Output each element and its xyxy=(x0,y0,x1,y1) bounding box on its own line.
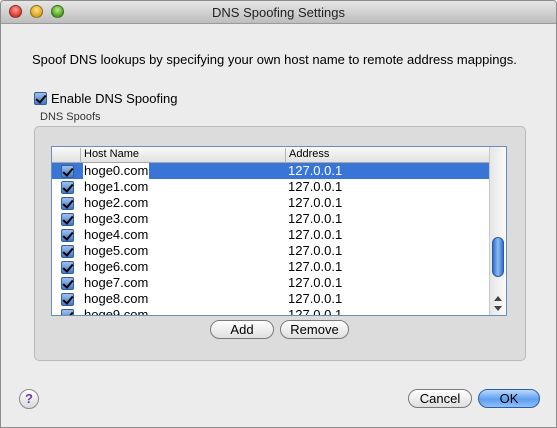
row-enabled-checkbox[interactable] xyxy=(61,309,74,315)
row-enabled-checkbox[interactable] xyxy=(61,213,74,226)
address-cell[interactable]: 127.0.0.1 xyxy=(288,227,342,243)
table-row[interactable]: hoge5.com 127.0.0.1 xyxy=(52,243,490,259)
row-enabled-checkbox[interactable] xyxy=(61,229,74,242)
scrollbar-thumb[interactable] xyxy=(492,237,504,277)
host-name-cell[interactable]: hoge2.com xyxy=(84,195,148,211)
address-cell[interactable]: 127.0.0.1 xyxy=(288,179,342,195)
row-enabled-checkbox[interactable] xyxy=(61,165,74,178)
table-row[interactable]: hoge9.com 127.0.0.1 xyxy=(52,307,490,315)
column-header-host-name[interactable]: Host Name xyxy=(81,148,286,163)
dns-spoofs-table[interactable]: Host Name Address hoge0.com 127.0.0.1 ho… xyxy=(51,146,507,316)
add-button[interactable]: Add xyxy=(210,320,274,339)
checkbox-checked-icon[interactable] xyxy=(34,92,47,105)
table-row[interactable]: hoge7.com 127.0.0.1 xyxy=(52,275,490,291)
scroll-down-arrow-icon[interactable] xyxy=(494,306,502,311)
row-enabled-checkbox[interactable] xyxy=(61,181,74,194)
table-vertical-scrollbar[interactable] xyxy=(489,147,506,315)
help-button[interactable]: ? xyxy=(19,389,39,409)
table-row[interactable]: hoge2.com 127.0.0.1 xyxy=(52,195,490,211)
table-rows: hoge0.com 127.0.0.1 hoge1.com 127.0.0.1 … xyxy=(52,163,490,315)
address-cell[interactable]: 127.0.0.1 xyxy=(288,259,342,275)
address-cell[interactable]: 127.0.0.1 xyxy=(288,195,342,211)
cancel-button[interactable]: Cancel xyxy=(408,389,472,408)
description-text: Spoof DNS lookups by specifying your own… xyxy=(32,52,517,67)
host-name-cell[interactable]: hoge8.com xyxy=(84,291,148,307)
column-header-address[interactable]: Address xyxy=(286,148,490,163)
address-cell[interactable]: 127.0.0.1 xyxy=(288,163,342,179)
row-enabled-checkbox[interactable] xyxy=(61,261,74,274)
window-title: DNS Spoofing Settings xyxy=(212,5,345,20)
host-name-cell[interactable]: hoge7.com xyxy=(84,275,148,291)
table-row[interactable]: hoge8.com 127.0.0.1 xyxy=(52,291,490,307)
ok-button[interactable]: OK xyxy=(478,389,540,408)
help-question-icon: ? xyxy=(25,391,33,406)
remove-button[interactable]: Remove xyxy=(280,320,349,339)
dns-spoofing-window: DNS Spoofing Settings Spoof DNS lookups … xyxy=(0,0,557,428)
host-name-cell[interactable]: hoge4.com xyxy=(84,227,148,243)
row-enabled-checkbox[interactable] xyxy=(61,245,74,258)
scroll-up-arrow-icon[interactable] xyxy=(494,296,502,301)
host-name-cell[interactable]: hoge1.com xyxy=(84,179,148,195)
table-row[interactable]: hoge0.com 127.0.0.1 xyxy=(52,163,490,179)
table-row[interactable]: hoge6.com 127.0.0.1 xyxy=(52,259,490,275)
host-name-cell[interactable]: hoge3.com xyxy=(84,211,148,227)
table-row[interactable]: hoge4.com 127.0.0.1 xyxy=(52,227,490,243)
host-name-cell[interactable]: hoge6.com xyxy=(84,259,148,275)
row-enabled-checkbox[interactable] xyxy=(61,197,74,210)
address-cell[interactable]: 127.0.0.1 xyxy=(288,243,342,259)
dns-spoofs-section-label: DNS Spoofs xyxy=(40,111,101,123)
column-header-enabled[interactable] xyxy=(52,148,81,163)
address-cell[interactable]: 127.0.0.1 xyxy=(288,275,342,291)
table-header: Host Name Address xyxy=(52,147,490,163)
host-name-cell[interactable]: hoge5.com xyxy=(84,243,148,259)
table-row[interactable]: hoge3.com 127.0.0.1 xyxy=(52,211,490,227)
table-row[interactable]: hoge1.com 127.0.0.1 xyxy=(52,179,490,195)
row-enabled-checkbox[interactable] xyxy=(61,293,74,306)
row-enabled-checkbox[interactable] xyxy=(61,277,74,290)
host-name-cell[interactable]: hoge0.com xyxy=(83,163,150,179)
host-name-cell[interactable]: hoge9.com xyxy=(84,307,148,315)
address-cell[interactable]: 127.0.0.1 xyxy=(288,291,342,307)
title-bar[interactable]: DNS Spoofing Settings xyxy=(1,1,556,24)
enable-dns-spoofing-checkbox[interactable]: Enable DNS Spoofing xyxy=(34,91,177,106)
enable-dns-spoofing-label: Enable DNS Spoofing xyxy=(51,91,178,106)
address-cell[interactable]: 127.0.0.1 xyxy=(288,307,342,315)
address-cell[interactable]: 127.0.0.1 xyxy=(288,211,342,227)
